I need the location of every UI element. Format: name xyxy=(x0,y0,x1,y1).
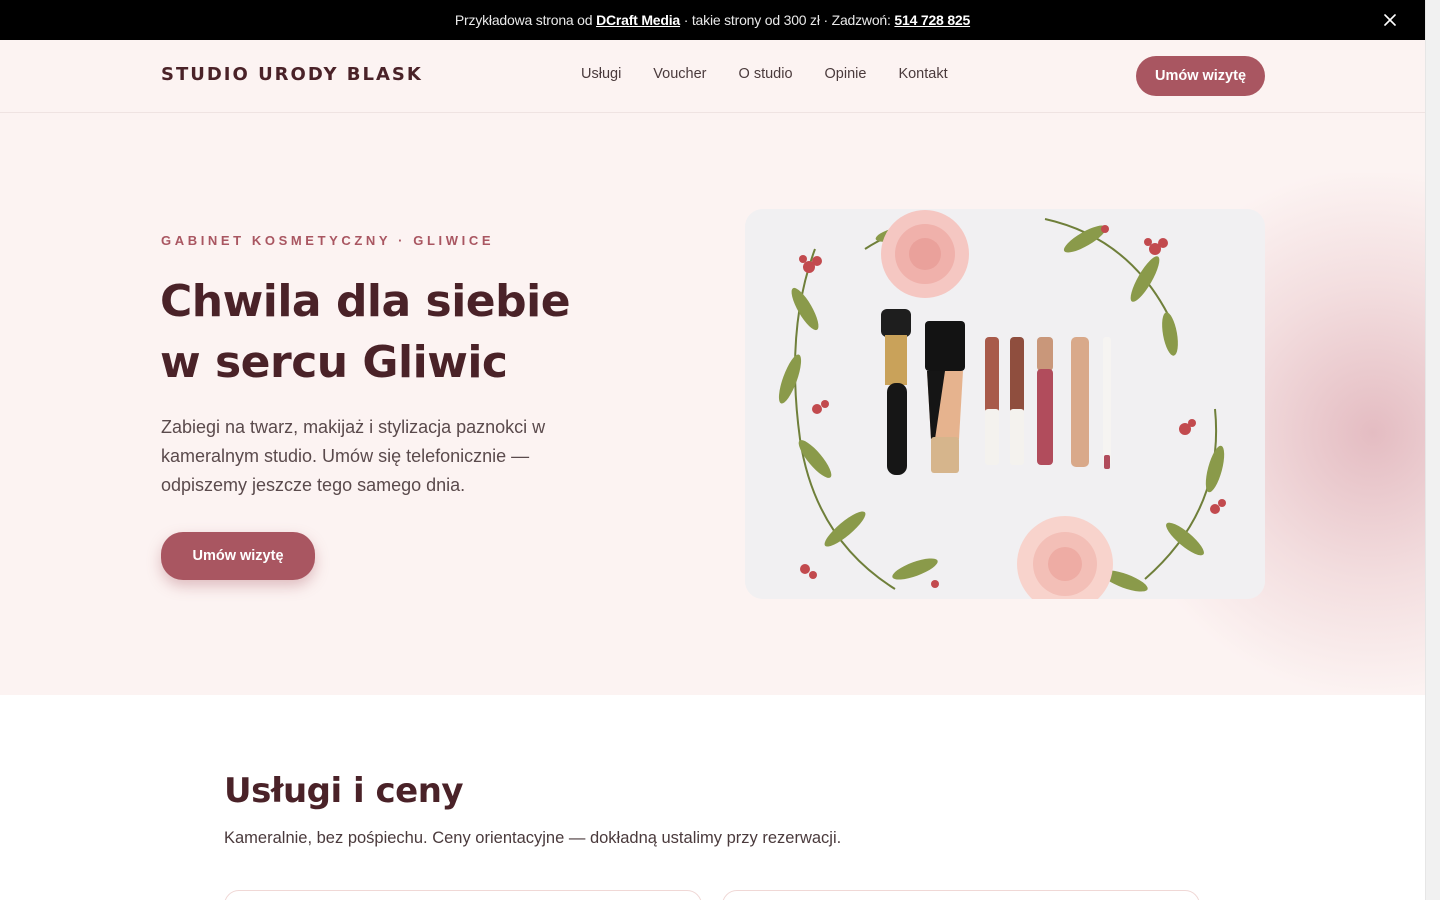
hero-title-line1: Chwila dla siebie xyxy=(160,276,571,327)
nav-item-voucher[interactable]: Voucher xyxy=(637,66,722,82)
hero-photo xyxy=(745,209,1265,599)
hero-title-line2: w sercu Gliwic xyxy=(160,337,508,388)
announcement-bar: Przykładowa strona od DCraft Media · tak… xyxy=(0,0,1425,40)
hero-eyebrow: GABINET KOSMETYCZNY · GLIWICE xyxy=(161,233,495,248)
announcement-prefix: Przykładowa strona od xyxy=(454,12,593,28)
hero-section: GABINET KOSMETYCZNY · GLIWICE Chwila dla… xyxy=(0,113,1425,695)
phone-link[interactable]: 514 728 825 xyxy=(894,12,970,28)
brand-logo[interactable]: STUDIO URODY BLASK xyxy=(161,64,423,85)
nav-item-opinie[interactable]: Opinie xyxy=(809,66,883,82)
hero-lead: Zabiegi na twarz, makijaż i stylizacja p… xyxy=(161,417,546,495)
services-section: Usługi i ceny Kameralnie, bez pośpiechu.… xyxy=(0,695,1425,900)
nav-item-kontakt[interactable]: Kontakt xyxy=(882,66,963,82)
cosmetics-flatlay-illustration xyxy=(745,209,1265,599)
main-nav: Usługi Voucher O studio Opinie Kontakt xyxy=(565,66,964,82)
nav-item-o-studio[interactable]: O studio xyxy=(723,66,809,82)
hero-book-button[interactable]: Umów wizytę xyxy=(161,532,315,580)
announcement-middle: · takie strony od 300 zł · Zadzwoń: xyxy=(683,12,891,28)
agency-link[interactable]: DCraft Media xyxy=(596,12,680,28)
page: Przykładowa strona od DCraft Media · tak… xyxy=(0,0,1425,900)
service-card[interactable] xyxy=(224,890,702,900)
services-title: Usługi i ceny xyxy=(224,771,464,811)
site-header: STUDIO URODY BLASK Usługi Voucher O stud… xyxy=(0,40,1425,113)
close-icon[interactable] xyxy=(1381,11,1399,29)
header-book-button[interactable]: Umów wizytę xyxy=(1136,56,1265,96)
services-subtitle: Kameralnie, bez pośpiechu. Ceny orientac… xyxy=(224,829,842,847)
scrollbar[interactable] xyxy=(1425,0,1440,900)
hero-title: Chwila dla siebie w sercu Gliwic xyxy=(160,271,640,393)
nav-item-uslugi[interactable]: Usługi xyxy=(565,66,637,82)
service-card[interactable] xyxy=(722,890,1200,900)
